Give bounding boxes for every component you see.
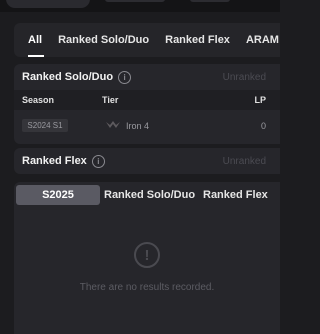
top-tab-ghost[interactable] bbox=[105, 0, 165, 2]
col-tier: Tier bbox=[102, 95, 119, 105]
top-tab-active[interactable] bbox=[6, 0, 90, 8]
match-history-card: S2025 Ranked Solo/Duo Ranked Flex ! Ther… bbox=[14, 182, 280, 334]
top-tab-ghost[interactable] bbox=[190, 0, 230, 2]
ranked-flex-card: Ranked Flex i Unranked bbox=[14, 148, 280, 174]
mode-tabs: All Ranked Solo/Duo Ranked Flex ARAM bbox=[14, 23, 280, 57]
rank-status: Unranked bbox=[222, 71, 266, 83]
season-selector[interactable]: S2025 bbox=[16, 185, 100, 205]
tab-ranked-solo-duo[interactable]: Ranked Solo/Duo bbox=[58, 34, 149, 46]
info-icon[interactable]: i bbox=[91, 154, 105, 168]
tab-ranked-flex[interactable]: Ranked Flex bbox=[203, 189, 268, 201]
col-season: Season bbox=[22, 95, 55, 105]
empty-message: There are no results recorded. bbox=[79, 282, 215, 293]
alert-icon: ! bbox=[134, 242, 160, 268]
history-tabs: S2025 Ranked Solo/Duo Ranked Flex bbox=[14, 182, 280, 208]
card-header: Ranked Solo/Duo i Unranked bbox=[14, 64, 280, 90]
tier-value: Iron 4 bbox=[126, 121, 150, 131]
tab-ranked-flex[interactable]: Ranked Flex bbox=[165, 34, 230, 46]
lp-value: 0 bbox=[260, 121, 266, 131]
ranked-solo-card: Ranked Solo/Duo i Unranked Season Tier L… bbox=[14, 64, 280, 144]
tab-aram[interactable]: ARAM bbox=[246, 34, 279, 46]
rank-status: Unranked bbox=[222, 155, 266, 167]
tab-active-indicator bbox=[28, 55, 44, 57]
empty-state: ! There are no results recorded. bbox=[14, 242, 280, 293]
table-row: S2024 S1 Iron 4 0 bbox=[14, 110, 280, 140]
tab-ranked-solo-duo[interactable]: Ranked Solo/Duo bbox=[104, 189, 198, 201]
card-header: Ranked Flex i Unranked bbox=[14, 148, 280, 174]
table-header: Season Tier LP bbox=[14, 90, 280, 110]
card-title: Ranked Solo/Duo bbox=[22, 71, 114, 83]
card-title: Ranked Flex bbox=[22, 155, 87, 167]
season-badge: S2024 S1 bbox=[22, 119, 68, 132]
info-icon[interactable]: i bbox=[118, 70, 132, 84]
iron-tier-icon bbox=[106, 121, 120, 128]
tab-all[interactable]: All bbox=[28, 34, 42, 46]
top-tab-strip bbox=[0, 0, 280, 12]
col-lp: LP bbox=[254, 95, 266, 105]
